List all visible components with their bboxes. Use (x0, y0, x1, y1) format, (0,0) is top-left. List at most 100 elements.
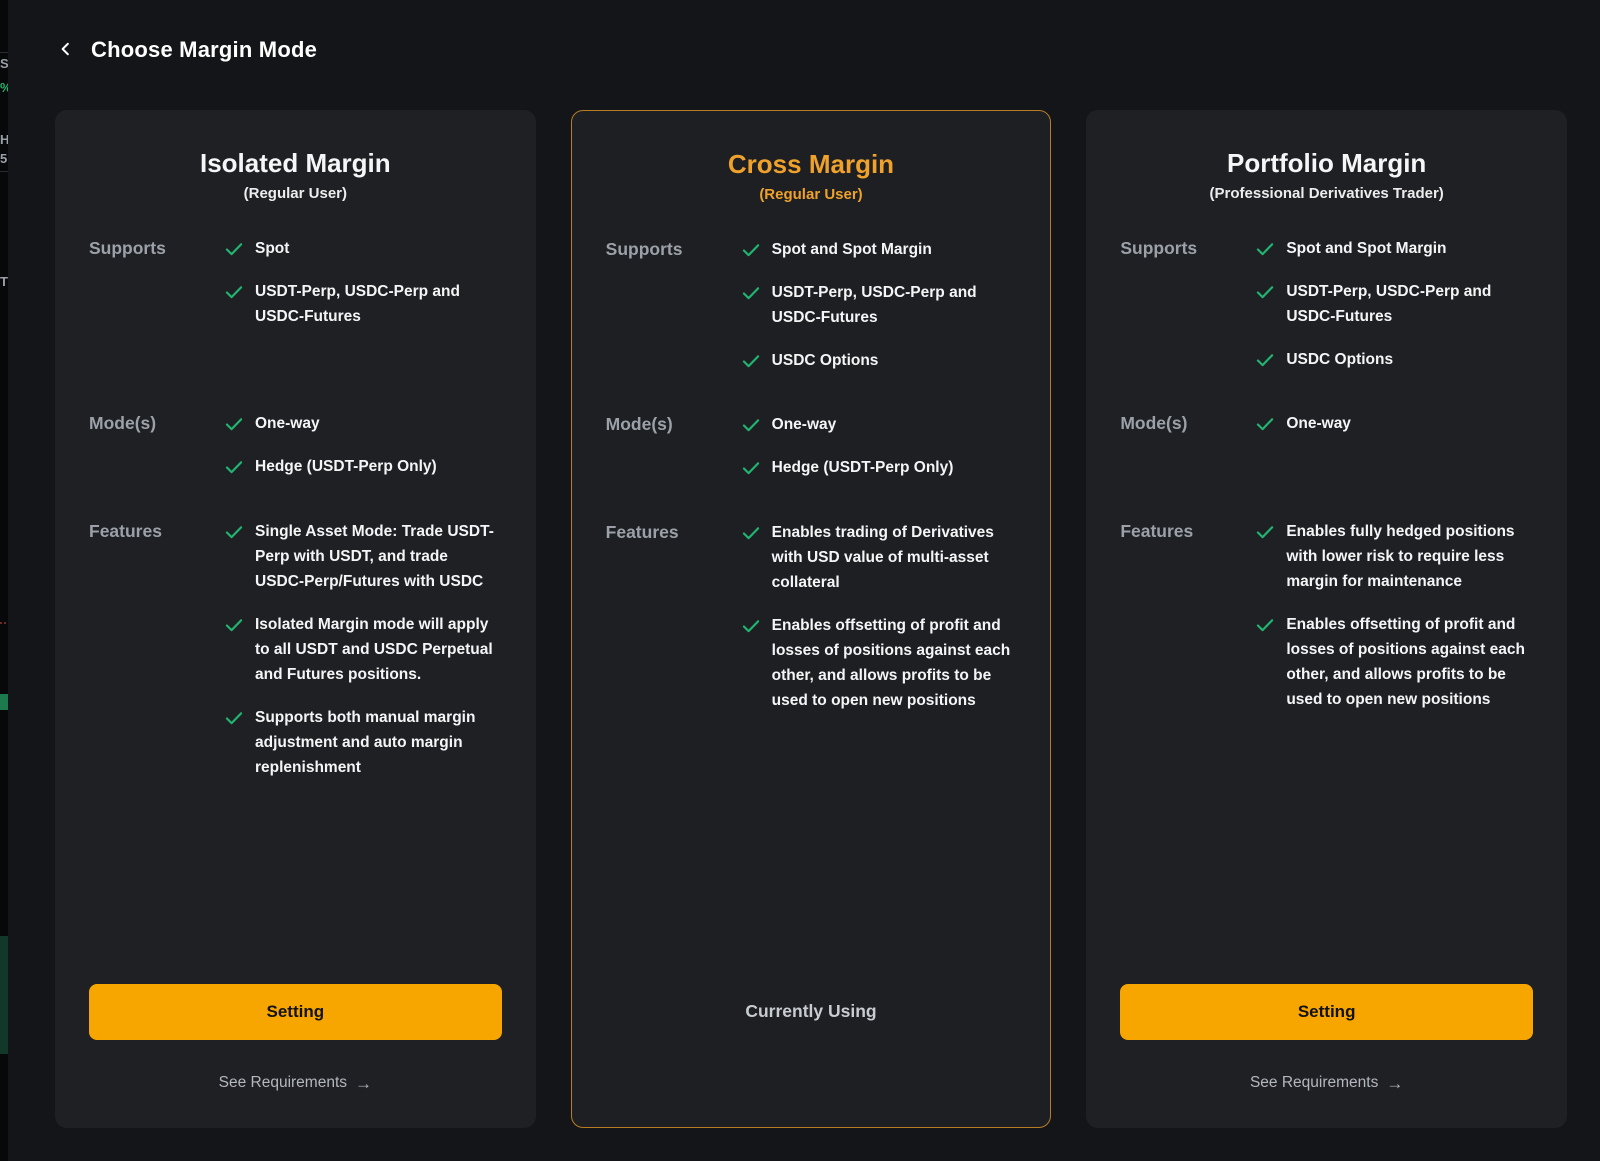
section-modes: Mode(s) One-way Hedge (USDT-Perp Only) (606, 412, 1017, 520)
card-sections: Supports Spot and Spot Margin USDT-Perp,… (1120, 236, 1533, 730)
back-button[interactable] (55, 39, 77, 61)
feature-item: Enables fully hedged positions with lowe… (1255, 519, 1533, 594)
card-cross-margin: Cross Margin (Regular User) Supports Spo… (571, 110, 1052, 1128)
section-label: Mode(s) (1120, 411, 1255, 436)
check-icon (224, 236, 246, 261)
check-icon (1255, 612, 1277, 637)
section-features: Features Enables trading of Derivatives … (606, 520, 1017, 731)
section-label: Supports (1120, 236, 1255, 261)
section-label: Mode(s) (89, 411, 224, 436)
section-label: Features (89, 519, 224, 544)
card-sections: Supports Spot and Spot Margin USDT-Perp,… (606, 237, 1017, 731)
check-icon (1255, 279, 1277, 304)
feature-item: Hedge (USDT-Perp Only) (224, 454, 502, 479)
check-icon (224, 454, 246, 479)
currently-using-status: Currently Using (745, 1001, 876, 1022)
feature-item-text: One-way (1286, 411, 1351, 436)
section-items: Spot USDT-Perp, USDC-Perp and USDC-Futur… (224, 236, 502, 347)
check-icon (741, 280, 763, 305)
feature-item: Isolated Margin mode will apply to all U… (224, 612, 502, 687)
section-items: One-way (1255, 411, 1533, 454)
section-label: Supports (606, 237, 741, 262)
feature-item: One-way (224, 411, 502, 436)
underlying-page-edge: S % H 5 Tr (0, 0, 8, 1161)
feature-item: USDT-Perp, USDC-Perp and USDC-Futures (1255, 279, 1533, 329)
check-icon (741, 455, 763, 480)
feature-item-text: USDC Options (1286, 347, 1393, 372)
page-title: Choose Margin Mode (91, 37, 317, 63)
edge-divider (0, 171, 8, 172)
edge-text-fragment: 5 (0, 151, 8, 166)
feature-item-text: Single Asset Mode: Trade USDT-Perp with … (255, 519, 497, 594)
see-requirements-label: See Requirements (219, 1074, 347, 1092)
card-title: Isolated Margin (89, 146, 502, 180)
setting-button[interactable]: Setting (89, 984, 502, 1040)
feature-item: One-way (1255, 411, 1533, 436)
section-supports: Supports Spot and Spot Margin USDT-Perp,… (1120, 236, 1533, 411)
section-supports: Supports Spot USDT-Perp, USDC-Perp and U… (89, 236, 502, 411)
see-requirements-link[interactable]: See Requirements → (1120, 1074, 1533, 1092)
section-items: Single Asset Mode: Trade USDT-Perp with … (224, 519, 502, 798)
card-isolated-margin: Isolated Margin (Regular User) Supports … (55, 110, 536, 1128)
check-icon (1255, 236, 1277, 261)
page-header: Choose Margin Mode (55, 28, 1600, 72)
feature-item: USDT-Perp, USDC-Perp and USDC-Futures (224, 279, 502, 329)
check-icon (741, 412, 763, 437)
card-subtitle: (Regular User) (89, 185, 502, 202)
card-title: Cross Margin (606, 147, 1017, 181)
feature-item: Supports both manual margin adjustment a… (224, 705, 502, 780)
feature-item-text: Enables fully hedged positions with lowe… (1286, 519, 1528, 594)
section-items: One-way Hedge (USDT-Perp Only) (741, 412, 1017, 498)
arrow-right-icon: → (355, 1075, 372, 1092)
section-features: Features Enables fully hedged positions … (1120, 519, 1533, 730)
edge-text-fragment: % (0, 80, 8, 95)
section-items: Spot and Spot Margin USDT-Perp, USDC-Per… (741, 237, 1017, 391)
chevron-left-icon (57, 40, 75, 61)
feature-item: USDC Options (1255, 347, 1533, 372)
edge-text-fragment: S (0, 56, 8, 71)
check-icon (224, 519, 246, 544)
feature-item-text: USDT-Perp, USDC-Perp and USDC-Futures (1286, 279, 1528, 329)
see-requirements-link[interactable]: See Requirements → (89, 1074, 502, 1092)
card-subtitle: (Professional Derivatives Trader) (1120, 185, 1533, 202)
section-label: Mode(s) (606, 412, 741, 437)
feature-item-text: Enables offsetting of profit and losses … (1286, 612, 1528, 712)
feature-item: Spot and Spot Margin (1255, 236, 1533, 261)
feature-item-text: USDT-Perp, USDC-Perp and USDC-Futures (255, 279, 497, 329)
feature-item: Enables offsetting of profit and losses … (1255, 612, 1533, 712)
check-icon (224, 411, 246, 436)
choose-margin-mode-panel: Choose Margin Mode Isolated Margin (Regu… (8, 0, 1600, 1161)
feature-item-text: Spot and Spot Margin (1286, 236, 1446, 261)
section-items: Spot and Spot Margin USDT-Perp, USDC-Per… (1255, 236, 1533, 390)
section-label: Supports (89, 236, 224, 261)
section-label: Features (1120, 519, 1255, 544)
check-icon (741, 613, 763, 638)
margin-mode-cards: Isolated Margin (Regular User) Supports … (55, 110, 1567, 1128)
feature-item-text: Isolated Margin mode will apply to all U… (255, 612, 497, 687)
edge-divider (0, 52, 8, 53)
feature-item-text: One-way (772, 412, 837, 437)
check-icon (741, 348, 763, 373)
edge-green-column (0, 936, 8, 1054)
feature-item-text: One-way (255, 411, 320, 436)
section-supports: Supports Spot and Spot Margin USDT-Perp,… (606, 237, 1017, 412)
edge-text-fragment: Tr (0, 274, 8, 289)
card-subtitle: (Regular User) (606, 186, 1017, 203)
check-icon (224, 279, 246, 304)
feature-item: Enables trading of Derivatives with USD … (741, 520, 1017, 595)
setting-button[interactable]: Setting (1120, 984, 1533, 1040)
check-icon (1255, 519, 1277, 544)
edge-text-fragment: H (0, 132, 8, 147)
feature-item: One-way (741, 412, 1017, 437)
section-items: Enables trading of Derivatives with USD … (741, 520, 1017, 731)
check-icon (1255, 411, 1277, 436)
feature-item: USDT-Perp, USDC-Perp and USDC-Futures (741, 280, 1017, 330)
card-footer: Currently Using (606, 983, 1017, 1127)
section-modes: Mode(s) One-way (1120, 411, 1533, 519)
see-requirements-label: See Requirements (1250, 1074, 1378, 1092)
card-portfolio-margin: Portfolio Margin (Professional Derivativ… (1086, 110, 1567, 1128)
feature-item-text: Spot and Spot Margin (772, 237, 932, 262)
edge-red-dashed-line (0, 622, 8, 624)
feature-item-text: Hedge (USDT-Perp Only) (255, 454, 437, 479)
check-icon (1255, 347, 1277, 372)
